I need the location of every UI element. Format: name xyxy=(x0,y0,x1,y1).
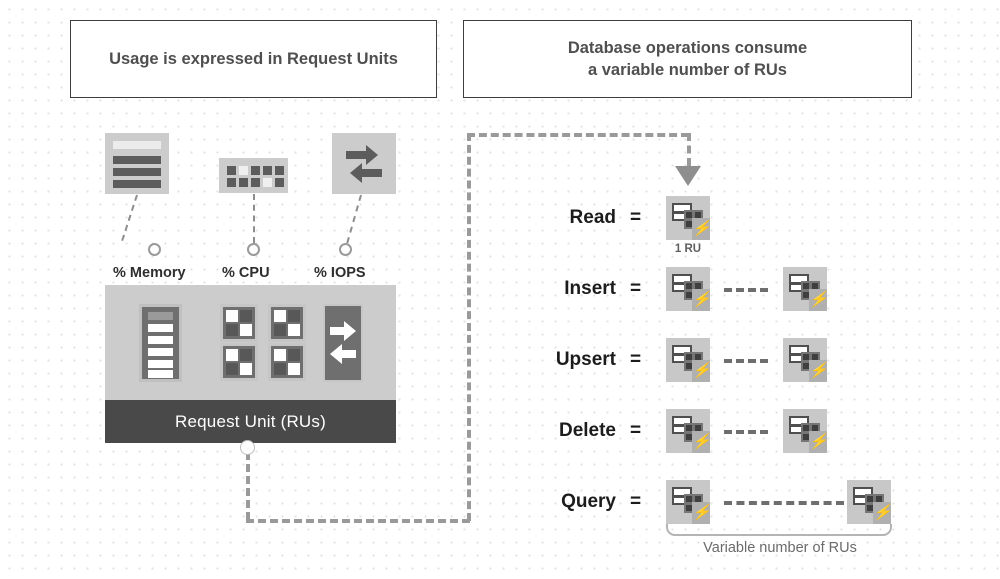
metric-cpu xyxy=(219,158,288,193)
ru-cost-label-read: 1 RU xyxy=(674,243,702,255)
operation-label-insert: Insert xyxy=(564,278,616,299)
title-left-text: Usage is expressed in Request Units xyxy=(109,49,398,68)
memory-lead-line xyxy=(121,194,138,241)
request-unit-label: Request Unit (RUs) xyxy=(175,411,326,431)
operation-label-delete: Delete xyxy=(558,420,616,441)
ru-icon: ⚡ xyxy=(847,480,891,524)
ru-icon: ⚡ xyxy=(666,409,710,453)
request-unit-bar: Request Unit (RUs) xyxy=(105,400,396,443)
bolt-glyph: ⚡ xyxy=(692,360,710,382)
route-left-vertical xyxy=(246,452,250,520)
iops-lead-line xyxy=(346,194,362,244)
bolt-glyph: ⚡ xyxy=(809,431,827,453)
ru-icon: ⚡ xyxy=(666,480,710,524)
title-right-text: Database operations consume a variable n… xyxy=(568,37,807,82)
title-right-line2: a variable number of RUs xyxy=(588,61,787,79)
diagram-canvas: Usage is expressed in Request Units Data… xyxy=(0,0,1000,579)
metric-label-iops: % IOPS xyxy=(314,265,366,281)
ru-icon: ⚡ xyxy=(666,338,710,382)
title-right-line1: Database operations consume xyxy=(567,38,808,57)
metric-memory xyxy=(105,133,169,194)
operation-dash-query xyxy=(724,501,844,505)
ru-icon: ⚡ xyxy=(666,267,710,311)
operation-row-query: Query = ⚡ ⚡ xyxy=(520,480,920,524)
operation-row-delete: Delete = ⚡ ⚡ xyxy=(520,409,900,453)
operation-equals-insert: = xyxy=(630,278,642,299)
metric-label-cpu: % CPU xyxy=(222,265,270,281)
metric-label-memory: % Memory xyxy=(113,265,186,281)
io-arrows-svg xyxy=(346,145,382,183)
ru-icon: ⚡ xyxy=(783,338,827,382)
ru-icon: ⚡ xyxy=(783,409,827,453)
request-unit-panel: Request Unit (RUs) xyxy=(105,285,396,443)
operation-equals-upsert: = xyxy=(630,349,642,370)
variable-range-bracket xyxy=(666,524,892,536)
cpu-lead-line xyxy=(253,194,255,243)
operation-row-insert: Insert = ⚡ ⚡ xyxy=(520,267,900,311)
route-top-horizontal xyxy=(467,133,689,137)
ru-icon: ⚡ xyxy=(666,196,710,240)
io-arrows-large-svg xyxy=(330,321,356,364)
operation-label-upsert: Upsert xyxy=(555,349,616,370)
memory-lead-dot xyxy=(148,243,161,256)
cpu-chip-icon xyxy=(219,158,288,193)
bolt-glyph: ⚡ xyxy=(809,360,827,382)
operation-dash-insert xyxy=(724,288,768,292)
route-arrow-head xyxy=(675,166,701,186)
io-arrows-icon xyxy=(332,133,396,194)
bolt-glyph: ⚡ xyxy=(809,289,827,311)
operation-dash-upsert xyxy=(724,359,768,363)
request-unit-connector-dot xyxy=(240,440,255,455)
bolt-glyph: ⚡ xyxy=(873,502,891,524)
route-bottom-horizontal xyxy=(246,519,470,523)
bolt-glyph: ⚡ xyxy=(692,431,710,453)
operation-label-read: Read xyxy=(569,207,616,228)
title-box-operations: Database operations consume a variable n… xyxy=(463,20,912,98)
io-arrows-icon-large xyxy=(323,304,363,382)
title-box-usage: Usage is expressed in Request Units xyxy=(70,20,437,98)
ru-icon: ⚡ xyxy=(783,267,827,311)
operation-label-query: Query xyxy=(561,491,616,512)
iops-lead-dot xyxy=(339,243,352,256)
route-arrow-stem xyxy=(687,133,691,166)
operation-dash-delete xyxy=(724,430,768,434)
memory-stick-icon xyxy=(139,304,182,382)
memory-bars-icon xyxy=(105,133,169,194)
variable-caption-text: Variable number of RUs xyxy=(703,540,857,556)
metric-iops xyxy=(332,133,396,194)
operation-equals-read: = xyxy=(630,207,642,228)
bolt-glyph: ⚡ xyxy=(692,502,710,524)
operation-row-upsert: Upsert = ⚡ ⚡ xyxy=(520,338,900,382)
cpu-lead-dot xyxy=(247,243,260,256)
route-right-vertical xyxy=(467,133,471,521)
bolt-glyph: ⚡ xyxy=(692,289,710,311)
operation-row-read: Read = ⚡ xyxy=(520,196,900,240)
operation-equals-query: = xyxy=(630,491,642,512)
operation-equals-delete: = xyxy=(630,420,642,441)
bolt-glyph: ⚡ xyxy=(692,218,710,240)
